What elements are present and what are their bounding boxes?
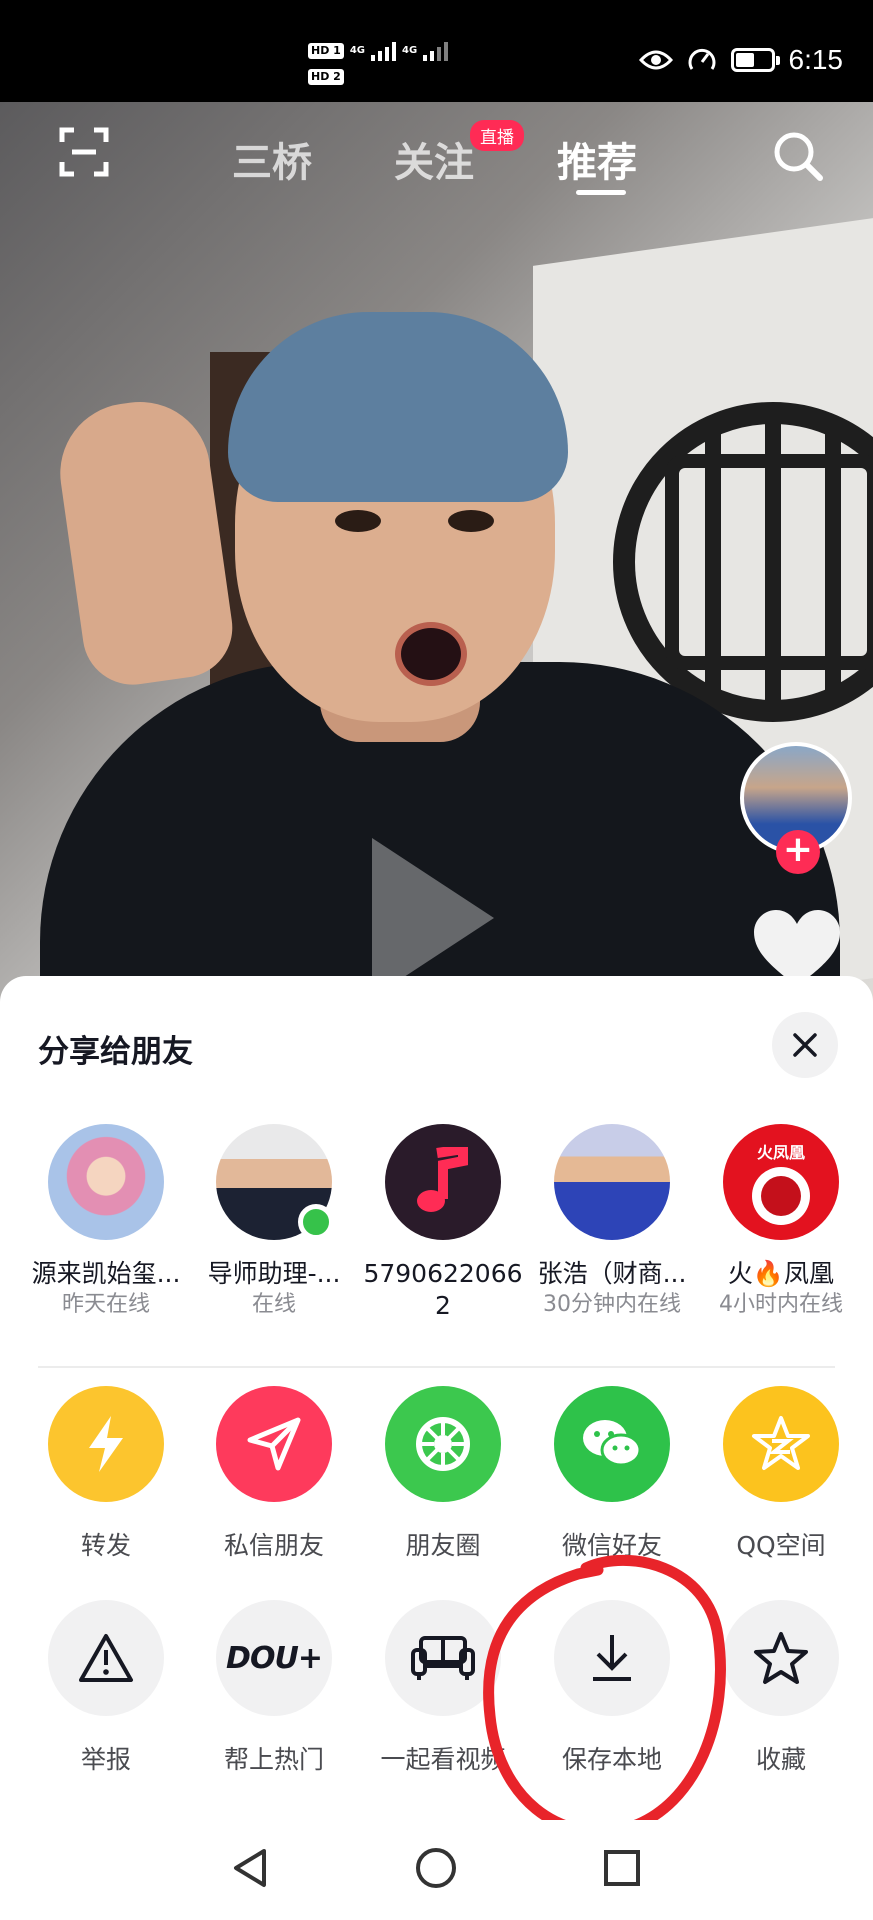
eye-icon — [638, 50, 673, 70]
scan-icon[interactable] — [58, 126, 110, 178]
friend-item[interactable]: 源来凯始玺... 昨天在线 — [21, 1124, 191, 1320]
lightning-icon — [89, 1416, 123, 1472]
back-icon — [234, 1849, 266, 1887]
tab-following[interactable]: 关注 — [394, 130, 474, 188]
tool-actions-row: 举报 DOU+ 帮上热门 一起看视频 保存本地 收藏 — [0, 1600, 873, 1790]
friend-status: 30分钟内在线 — [543, 1292, 681, 1317]
wechat-friend-button[interactable]: 微信好友 — [527, 1386, 697, 1562]
music-note-icon — [417, 1147, 468, 1212]
battery-icon — [730, 48, 780, 72]
active-tab-indicator — [576, 190, 626, 195]
sim1-label: HD 1 — [308, 43, 344, 59]
moments-button[interactable]: 朋友圈 — [358, 1386, 528, 1562]
friend-name-line2: 2 — [435, 1291, 451, 1320]
clock: 6:15 — [788, 44, 844, 75]
recents-icon — [604, 1850, 640, 1886]
close-button[interactable] — [772, 1012, 838, 1078]
live-badge: 直播 — [470, 120, 524, 151]
avatar-badge-text: 火凤凰 — [756, 1143, 805, 1162]
recents-button[interactable] — [592, 1838, 652, 1898]
friend-status: 昨天在线 — [61, 1292, 150, 1317]
save-local-button[interactable]: 保存本地 — [527, 1600, 697, 1776]
share-sheet-title: 分享给朋友 — [38, 1034, 193, 1070]
favorite-button[interactable]: 收藏 — [696, 1600, 866, 1776]
avatar — [385, 1124, 501, 1240]
action-label: 微信好友 — [561, 1531, 662, 1560]
friend-name: 5790622066 — [363, 1259, 523, 1288]
action-label: 一起看视频 — [380, 1745, 506, 1774]
action-label: 朋友圈 — [405, 1531, 481, 1560]
tab-local[interactable]: 三桥 — [232, 130, 312, 188]
follow-button[interactable]: + — [776, 830, 820, 874]
forward-button[interactable]: 转发 — [21, 1386, 191, 1562]
action-label: 私信朋友 — [223, 1531, 324, 1560]
send-icon — [247, 1417, 301, 1471]
friend-item[interactable]: 火凤凰 火🔥凤凰 4小时内在线 — [696, 1124, 866, 1320]
friend-item[interactable]: 导师助理-... 在线 — [189, 1124, 359, 1320]
status-bar: HD 1 4G 4G HD 2 6:15 — [0, 0, 873, 102]
wechat-icon — [583, 1420, 642, 1467]
signal-icon — [371, 41, 396, 61]
home-button[interactable] — [406, 1838, 466, 1898]
friends-row: 源来凯始玺... 昨天在线 导师助理-... 在线 5790622066 2 张… — [0, 1124, 873, 1320]
friend-name: 导师助理-... — [207, 1259, 341, 1288]
dou-plus-icon: DOU+ — [226, 1640, 323, 1676]
friend-item[interactable]: 张浩（财商... 30分钟内在线 — [527, 1124, 697, 1320]
tab-recommended[interactable]: 推荐 — [557, 130, 637, 188]
friend-name: 张浩（财商... — [537, 1259, 687, 1288]
sim2-label: HD 2 — [308, 69, 344, 85]
home-icon — [416, 1848, 456, 1888]
friend-name: 火🔥凤凰 — [727, 1259, 835, 1288]
star-icon — [754, 1632, 808, 1684]
avatar — [554, 1124, 670, 1240]
signal-icon-2 — [423, 41, 449, 61]
play-icon[interactable] — [372, 838, 494, 998]
network-type: 4G — [349, 45, 365, 56]
action-label: 帮上热门 — [223, 1745, 324, 1774]
action-label: 保存本地 — [561, 1745, 662, 1774]
share-sheet: 分享给朋友 源来凯始玺... 昨天在线 导师助理-... 在线 57906220… — [0, 976, 873, 1920]
qzone-icon — [752, 1416, 810, 1470]
top-navigation: 三桥 关注 直播 推荐 — [0, 102, 873, 212]
divider — [38, 1366, 835, 1368]
action-label: 转发 — [80, 1531, 131, 1560]
friend-name: 源来凯始玺... — [31, 1259, 181, 1288]
friend-status: 4小时内在线 — [719, 1292, 843, 1317]
speed-icon — [688, 48, 715, 70]
sim-indicators: HD 1 4G 4G HD 2 — [308, 38, 449, 90]
wechat-moments-icon — [416, 1417, 470, 1471]
direct-message-button[interactable]: 私信朋友 — [189, 1386, 359, 1562]
report-button[interactable]: 举报 — [21, 1600, 191, 1776]
avatar — [48, 1124, 164, 1240]
action-label: 收藏 — [755, 1745, 806, 1774]
action-label: 举报 — [80, 1745, 131, 1774]
close-icon — [793, 1033, 817, 1057]
action-label: QQ空间 — [736, 1531, 826, 1560]
share-actions-row: 转发 私信朋友 朋友圈 微信好友 QQ空间 — [0, 1386, 873, 1576]
warning-icon — [79, 1634, 133, 1682]
friend-item[interactable]: 5790622066 2 — [358, 1124, 528, 1322]
network-type-2: 4G — [402, 45, 418, 56]
avatar: 火凤凰 — [723, 1124, 839, 1240]
watch-together-button[interactable]: 一起看视频 — [358, 1600, 528, 1776]
download-icon — [593, 1635, 631, 1681]
avatar — [216, 1124, 334, 1240]
online-indicator — [298, 1204, 334, 1240]
back-button[interactable] — [220, 1838, 280, 1898]
sofa-icon — [411, 1636, 475, 1680]
qzone-button[interactable]: QQ空间 — [696, 1386, 866, 1562]
dou-plus-button[interactable]: DOU+ 帮上热门 — [189, 1600, 359, 1776]
system-nav-bar — [0, 1820, 873, 1920]
friend-status: 在线 — [251, 1292, 296, 1317]
search-icon[interactable] — [770, 128, 826, 184]
